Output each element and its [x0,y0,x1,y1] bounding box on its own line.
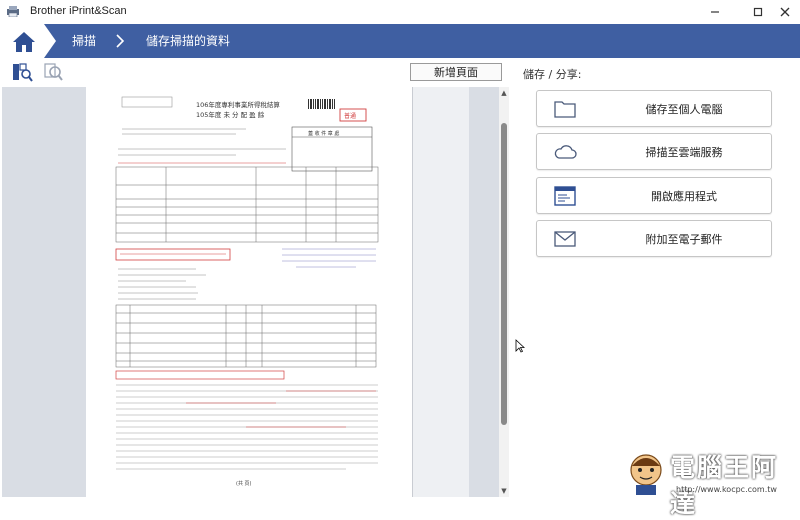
open-app-button[interactable]: 開啟應用程式 [536,177,772,214]
watermark-mascot-logo [630,454,662,495]
close-icon [780,7,790,17]
app-window-icon [554,186,576,206]
page-settings-icon[interactable] [11,62,33,82]
doc-footer: (共 頁) [236,480,252,487]
minimize-icon [711,11,719,13]
close-button[interactable] [770,2,800,22]
maximize-button[interactable] [743,2,773,22]
home-button[interactable] [0,24,56,58]
doc-stamp: 普通 [344,112,356,120]
watermark-url: http://www.kocpc.com.tw [676,485,777,494]
minimize-button[interactable] [700,2,730,22]
chevron-right-icon [116,34,125,48]
doc-heading-2: 105年度 未 分 配 盈 餘 [196,110,265,119]
folder-icon [554,101,576,118]
save-to-pc-label: 儲存至個人電腦 [645,102,723,116]
barcode [308,99,335,109]
window-title: Brother iPrint&Scan [30,5,127,17]
scroll-up-arrow-icon[interactable]: ▲ [499,88,509,98]
scrollbar-thumb[interactable] [501,123,507,425]
next-page-preview[interactable] [412,87,469,497]
maximize-icon [753,7,763,17]
breadcrumb-scan[interactable]: 掃描 [72,24,96,58]
zoom-icon[interactable] [43,62,65,82]
mouse-cursor-icon [515,339,525,353]
cloud-icon [554,145,577,159]
watermark-text: 電腦王阿達 [670,453,779,518]
scroll-down-arrow-icon[interactable]: ▼ [499,486,509,496]
scan-to-cloud-label: 掃描至雲端服務 [645,145,723,159]
app-icon [7,6,19,17]
save-to-pc-button[interactable]: 儲存至個人電腦 [536,90,772,127]
scanned-form-graphic: 106年度專利事業所得稅結算 105年度 未 分 配 盈 餘 普通 蓋 收 件 … [115,96,379,487]
doc-box-title: 蓋 收 件 章 處 [308,130,339,137]
add-page-button[interactable]: 新增頁面 [410,63,502,81]
open-app-label: 開啟應用程式 [651,189,717,203]
attach-to-email-label: 附加至電子郵件 [645,232,723,246]
breadcrumb-save-scan: 儲存掃描的資料 [146,34,231,48]
envelope-icon [554,231,576,247]
scan-to-cloud-button[interactable]: 掃描至雲端服務 [536,133,772,170]
doc-heading-1: 106年度專利事業所得稅結算 [196,100,280,109]
scanned-page: 106年度專利事業所得稅結算 105年度 未 分 配 盈 餘 普通 蓋 收 件 … [86,87,412,497]
share-section-title: 儲存 / 分享: [523,68,582,81]
attach-to-email-button[interactable]: 附加至電子郵件 [536,220,772,257]
